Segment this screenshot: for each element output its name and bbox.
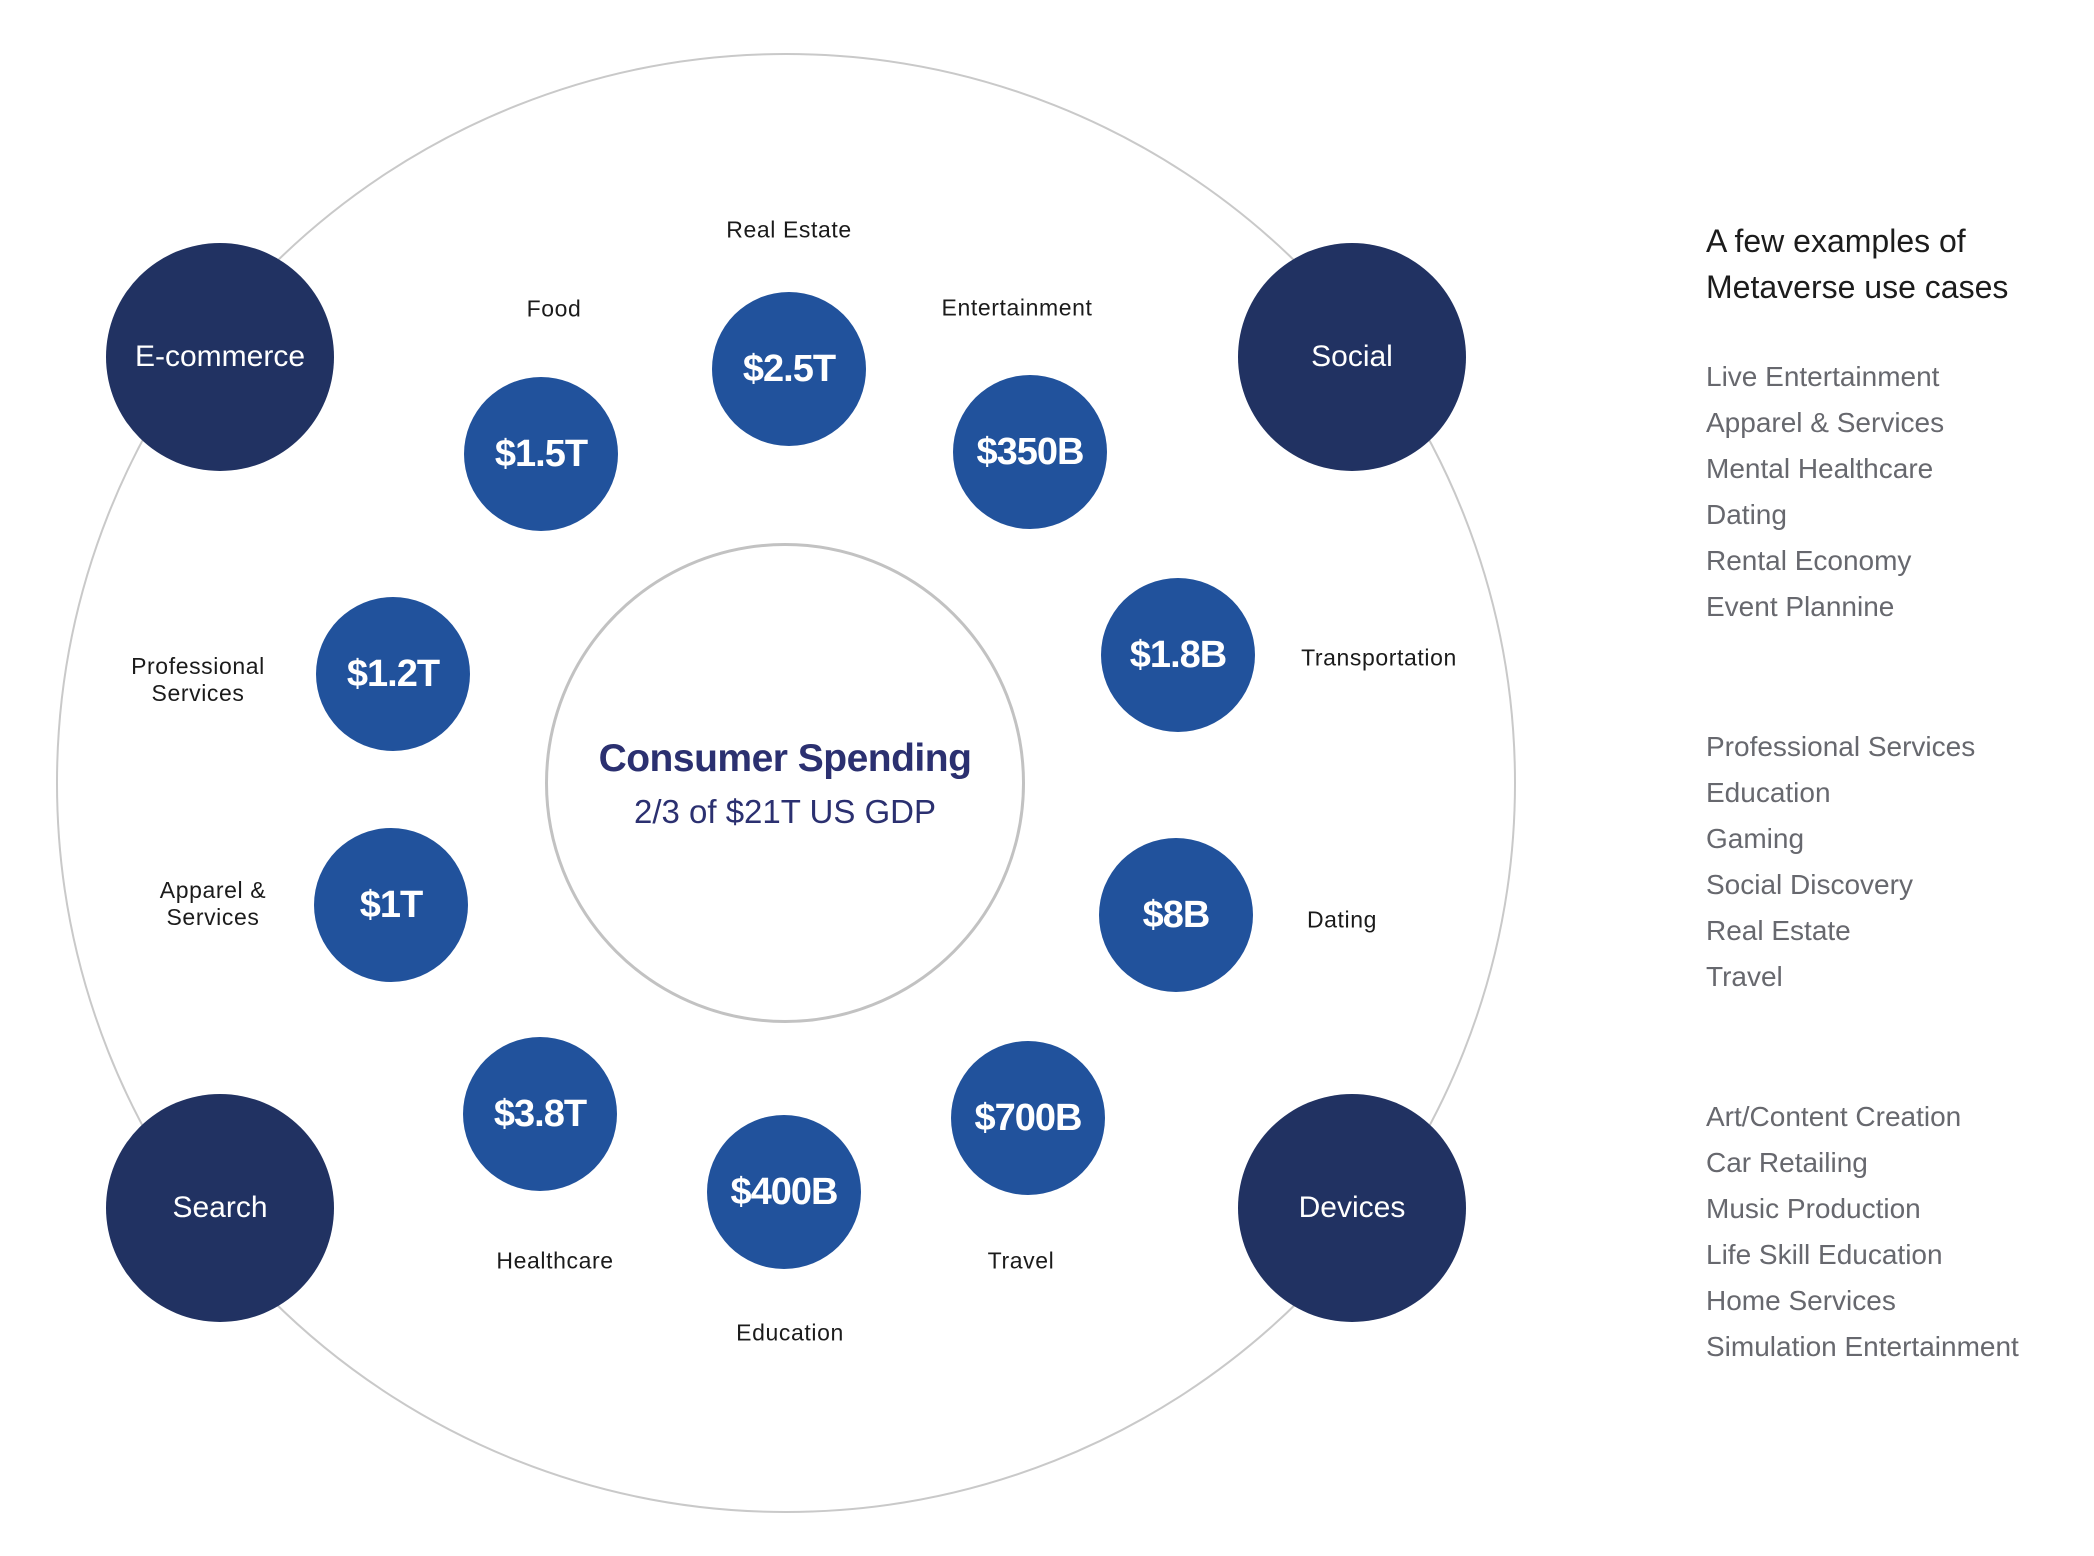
list-item: Dating (1706, 499, 1787, 530)
use-cases-heading: A few examples of Metaverse use cases (1706, 218, 2086, 310)
center-subtitle: 2/3 of $21T US GDP (633, 793, 937, 830)
sector-node-travel: $700B (951, 1041, 1105, 1195)
list-item: Rental Economy (1706, 545, 1912, 576)
heading-line-2: Metaverse use cases (1706, 269, 2009, 305)
sector-value: $1.2T (346, 652, 440, 695)
sector-label-food: Food (526, 295, 582, 322)
sector-node-professional-services: $1.2T (316, 597, 470, 751)
sector-label-apparel: Apparel & Services (159, 877, 267, 930)
sector-label-education: Education (736, 1319, 844, 1346)
sector-label-real-estate: Real Estate (726, 216, 852, 243)
list-item: Professional Services (1706, 731, 1976, 762)
center-circle (545, 543, 1025, 1023)
sector-value: $2.5T (742, 347, 836, 390)
sector-node-dating: $8B (1099, 838, 1253, 992)
sector-value: $400B (730, 1170, 839, 1213)
list-item: Home Services (1706, 1285, 1896, 1316)
sector-label-travel: Travel (987, 1247, 1055, 1274)
sector-node-entertainment: $350B (953, 375, 1107, 529)
list-item: Live Entertainment (1706, 361, 1940, 392)
list-item: Life Skill Education (1706, 1239, 1943, 1270)
sector-label-transportation: Transportation (1301, 644, 1457, 671)
list-item: Music Production (1706, 1193, 1921, 1224)
list-item: Event Plannine (1706, 591, 1895, 622)
use-case-group-3: Art/Content Creation Car Retailing Music… (1706, 1094, 2019, 1370)
sector-value: $3.8T (493, 1092, 587, 1135)
sector-label-healthcare: Healthcare (496, 1247, 614, 1274)
platform-label: Social (1311, 340, 1393, 373)
sector-node-healthcare: $3.8T (463, 1037, 617, 1191)
sector-node-transportation: $1.8B (1101, 578, 1255, 732)
platform-label: E-commerce (134, 340, 306, 373)
platform-label: Devices (1298, 1191, 1406, 1224)
platform-node-social: Social (1238, 243, 1466, 471)
sector-node-real-estate: $2.5T (712, 292, 866, 446)
center-title: Consumer Spending (598, 737, 972, 780)
sector-value: $8B (1142, 893, 1211, 936)
list-item: Social Discovery (1706, 869, 1913, 900)
sector-label-professional-services: Professional Services (131, 653, 265, 706)
list-item: Travel (1706, 961, 1783, 992)
heading-line-1: A few examples of (1706, 223, 1966, 259)
sector-value: $350B (976, 430, 1085, 473)
use-case-group-1: Live Entertainment Apparel & Services Me… (1706, 354, 1944, 630)
platform-node-ecommerce: E-commerce (106, 243, 334, 471)
list-item: Gaming (1706, 823, 1805, 854)
sector-label-entertainment: Entertainment (941, 294, 1093, 321)
use-case-group-2: Professional Services Education Gaming S… (1706, 724, 1975, 1000)
sector-value: $1.5T (494, 432, 588, 475)
sector-node-apparel: $1T (314, 828, 468, 982)
sector-node-education: $400B (707, 1115, 861, 1269)
list-item: Car Retailing (1706, 1147, 1868, 1178)
sector-label-dating: Dating (1306, 906, 1378, 933)
list-item: Education (1706, 777, 1831, 808)
platform-node-search: Search (106, 1094, 334, 1322)
platform-label: Search (172, 1191, 268, 1224)
list-item: Simulation Entertainment (1706, 1331, 2019, 1362)
list-item: Mental Healthcare (1706, 453, 1934, 484)
sector-value: $1.8B (1129, 633, 1227, 676)
sector-value: $1T (359, 883, 423, 926)
list-item: Art/Content Creation (1706, 1101, 1962, 1132)
list-item: Apparel & Services (1706, 407, 1945, 438)
list-item: Real Estate (1706, 915, 1851, 946)
platform-node-devices: Devices (1238, 1094, 1466, 1322)
sector-value: $700B (974, 1096, 1083, 1139)
sector-node-food: $1.5T (464, 377, 618, 531)
